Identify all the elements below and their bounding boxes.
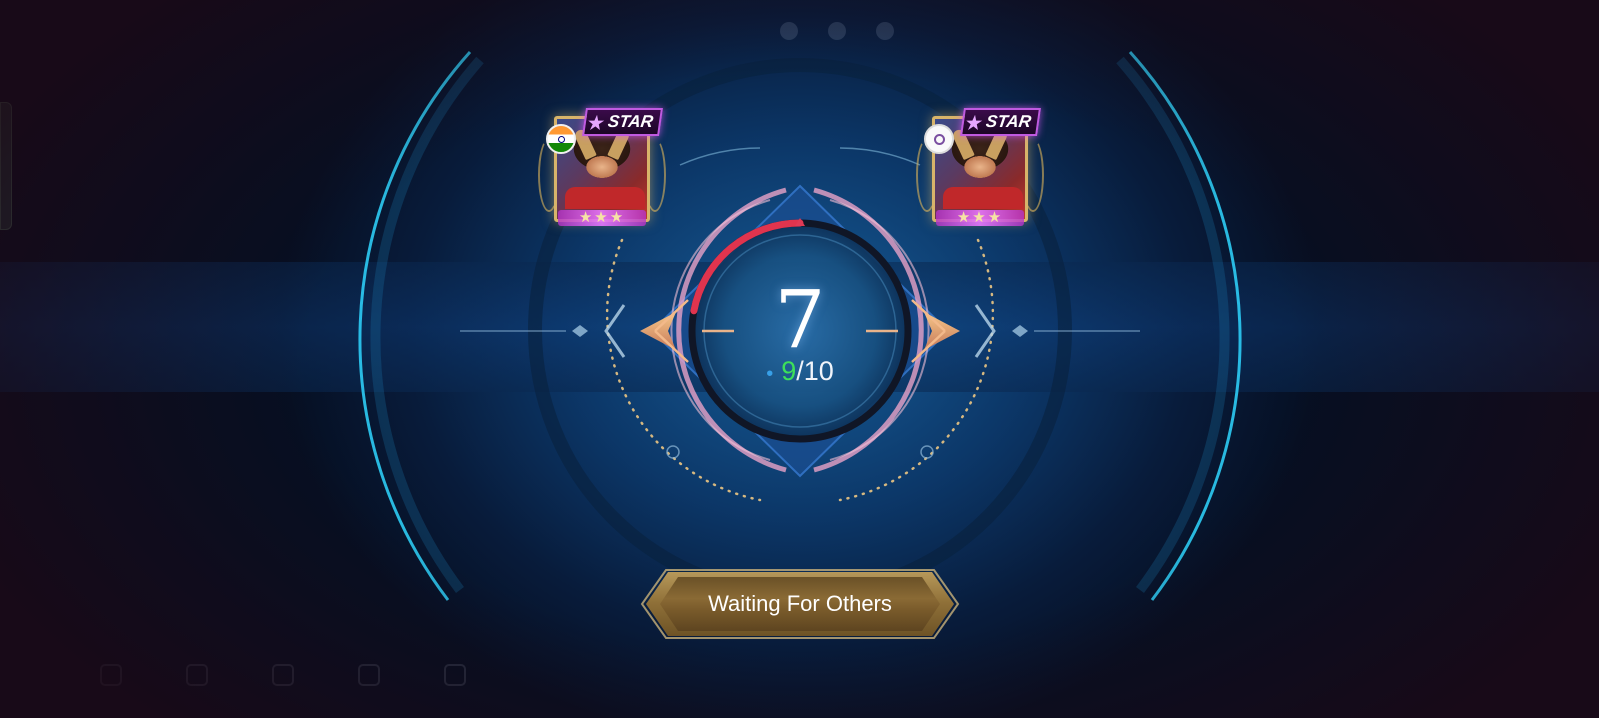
ready-total: 10 [803, 356, 834, 386]
player-card-left: ★ STAR ★★★ [538, 108, 666, 226]
india-flag-icon [546, 124, 576, 154]
rank-stars: ★★★ [936, 210, 1024, 226]
waiting-for-others-button[interactable]: Waiting For Others [646, 572, 954, 636]
ready-counter: • 9/10 [700, 358, 900, 385]
player-card-right: ★ STAR ★★★ [916, 108, 1044, 226]
waiting-button-label: Waiting For Others [708, 591, 892, 616]
countdown-timer: 7 [774, 273, 826, 366]
status-dot-icon: • [766, 363, 774, 385]
star-badge-label: STAR [984, 112, 1033, 131]
star-icon: ★ [586, 113, 606, 133]
ready-count: 9 [781, 356, 797, 386]
star-icon: ★ [964, 113, 984, 133]
rank-stars: ★★★ [558, 210, 646, 226]
organization-emblem-icon [924, 124, 954, 154]
match-ready-screen: 7 • 9/10 ★ STAR ★★★ ★ STAR ★★★ Waiting For … [0, 0, 1599, 718]
star-badge-label: STAR [606, 112, 655, 131]
star-badge: ★ STAR [582, 108, 663, 136]
star-badge: ★ STAR [960, 108, 1041, 136]
ready-separator: / [796, 356, 804, 386]
